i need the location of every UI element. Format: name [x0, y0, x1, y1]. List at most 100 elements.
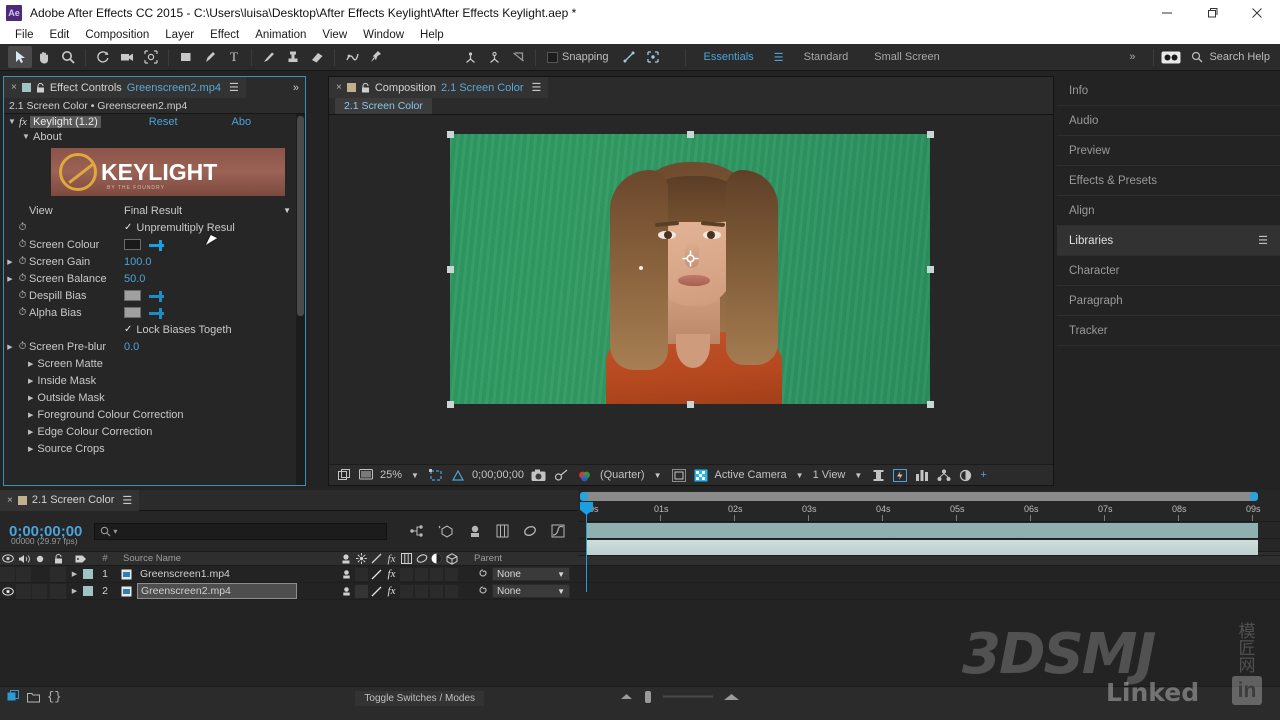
maximize-button[interactable]: [1189, 0, 1234, 26]
chevron-right-icon[interactable]: ▶: [28, 377, 33, 385]
zoom-out-icon[interactable]: [620, 693, 633, 700]
param-row-screen-balance[interactable]: ▶ ⏱ Screen Balance 50.0: [4, 270, 305, 287]
comp-nav-chip[interactable]: 2.1 Screen Color: [335, 98, 432, 114]
stopwatch-icon[interactable]: ⏱: [16, 307, 29, 318]
current-timecode[interactable]: 0;00;00;00: [469, 469, 527, 481]
menu-window[interactable]: Window: [355, 29, 412, 41]
param-value-screen-balance[interactable]: 50.0: [124, 273, 145, 285]
lock-icon[interactable]: [36, 82, 45, 93]
eyedropper-icon[interactable]: [148, 239, 165, 251]
chevron-right-icon[interactable]: ▶: [4, 343, 16, 351]
eyedropper-icon[interactable]: [148, 290, 165, 302]
table-row[interactable]: ▶ 2 Greenscreen2.mp4 fx None ▼: [0, 583, 1280, 600]
view-layout-value[interactable]: 1 View: [810, 469, 849, 481]
effect-controls-scrollbar[interactable]: [296, 114, 305, 485]
workspace-menu-icon[interactable]: ☰: [767, 46, 791, 68]
reset-exposure-icon[interactable]: [955, 466, 977, 484]
composition-tab[interactable]: × Composition 2.1 Screen Color ☰: [329, 77, 549, 98]
puppet-pin-tool[interactable]: [364, 46, 388, 68]
navigator-end-handle[interactable]: [1250, 492, 1258, 501]
layer-quality-switch[interactable]: [369, 583, 384, 600]
layer-solo-toggle[interactable]: [32, 583, 48, 600]
layer-bar-1[interactable]: [586, 523, 1258, 538]
layer-3d-switch[interactable]: [444, 566, 460, 583]
parent-pickwhip-icon[interactable]: [474, 583, 492, 600]
chevron-right-icon[interactable]: ▶: [28, 394, 33, 402]
brush-tool[interactable]: [257, 46, 281, 68]
layer-bar-2[interactable]: [586, 540, 1258, 555]
chevron-down-icon[interactable]: ▼: [405, 471, 425, 480]
reset-link[interactable]: Reset: [149, 116, 178, 128]
group-row-inside-mask[interactable]: ▶ Inside Mask: [4, 372, 305, 389]
param-value-screen-gain[interactable]: 100.0: [124, 256, 152, 268]
scrollbar-thumb[interactable]: [297, 116, 304, 316]
toggle-mask-icon[interactable]: [668, 466, 690, 484]
layer-adjustment-switch[interactable]: [429, 583, 444, 600]
expression-icon[interactable]: {}: [47, 690, 61, 704]
about-group-row[interactable]: ▼ About: [4, 129, 305, 144]
timeline-tab[interactable]: × 2.1 Screen Color ☰: [0, 489, 140, 511]
sidebar-item-libraries[interactable]: Libraries ☰: [1057, 226, 1280, 256]
layer-lock-toggle[interactable]: [48, 583, 68, 600]
stopwatch-icon[interactable]: ⏱: [16, 341, 29, 352]
param-row-lock-biases[interactable]: ✓ Lock Biases Togeth: [4, 321, 305, 338]
panel-menu-icon[interactable]: ☰: [122, 494, 132, 507]
video-preview[interactable]: [450, 134, 930, 404]
sidebar-item-align[interactable]: Align: [1057, 196, 1280, 226]
three-d-switch-icon[interactable]: [444, 551, 460, 566]
selection-handle-bl[interactable]: [447, 401, 454, 408]
chevron-right-icon[interactable]: ▶: [28, 360, 33, 368]
motion-blur-switch-icon[interactable]: [414, 551, 429, 566]
workspace-small-screen[interactable]: Small Screen: [861, 51, 952, 63]
layer-collapse-switch[interactable]: [354, 583, 369, 600]
transparency-grid-icon[interactable]: [447, 466, 469, 484]
layer-adjustment-switch[interactable]: [429, 566, 444, 583]
layer-motion-blur-switch[interactable]: [414, 583, 429, 600]
alpha-bias-swatch[interactable]: [124, 307, 141, 318]
hide-shy-layers-icon[interactable]: [468, 524, 482, 538]
param-row-screen-gain[interactable]: ▶ ⏱ Screen Gain 100.0: [4, 253, 305, 270]
layer-expand-arrow[interactable]: ▶: [68, 566, 81, 583]
menu-effect[interactable]: Effect: [202, 29, 247, 41]
layer-visibility-toggle[interactable]: [0, 583, 16, 600]
chevron-right-icon[interactable]: ▶: [4, 275, 16, 283]
close-icon[interactable]: ×: [7, 495, 13, 506]
label-column-icon[interactable]: [68, 551, 94, 566]
navigator-track[interactable]: [580, 492, 1258, 501]
selection-handle-ml[interactable]: [447, 266, 454, 273]
layer-audio-toggle[interactable]: [16, 566, 32, 583]
layer-parent-select[interactable]: None ▼: [492, 583, 570, 600]
effect-controls-overflow[interactable]: »: [287, 82, 305, 94]
selection-handle-tc[interactable]: [687, 131, 694, 138]
pixel-aspect-icon[interactable]: [868, 466, 889, 484]
snap-align-icon[interactable]: [617, 46, 641, 68]
layer-3d-switch[interactable]: [444, 583, 460, 600]
sidebar-item-character[interactable]: Character: [1057, 256, 1280, 286]
zoom-slider-track[interactable]: [663, 695, 713, 698]
zoom-in-icon[interactable]: [723, 693, 740, 701]
layer-quality-switch[interactable]: [369, 566, 384, 583]
menu-help[interactable]: Help: [412, 29, 452, 41]
sidebar-item-preview[interactable]: Preview: [1057, 136, 1280, 166]
panel-menu-icon[interactable]: ☰: [532, 81, 542, 94]
about-link[interactable]: Abo: [232, 116, 252, 128]
main-view-icon[interactable]: [355, 466, 377, 484]
layer-name[interactable]: Greenscreen2.mp4: [137, 583, 297, 599]
despill-bias-swatch[interactable]: [124, 290, 141, 301]
frame-blending-icon[interactable]: [496, 524, 509, 538]
keylight-effect-header[interactable]: ▼ fx Keylight (1.2) Reset Abo: [4, 114, 305, 129]
eraser-tool[interactable]: [305, 46, 329, 68]
panel-menu-icon[interactable]: ☰: [229, 81, 239, 94]
table-row[interactable]: ▶ 1 Greenscreen1.mp4 fx None ▼: [0, 566, 1280, 583]
new-composition-icon[interactable]: [7, 690, 20, 703]
take-snapshot-icon[interactable]: [527, 466, 550, 484]
stopwatch-icon[interactable]: ⏱: [16, 239, 29, 250]
audio-column-icon[interactable]: [16, 551, 32, 566]
param-row-screen-colour[interactable]: ⏱ Screen Colour: [4, 236, 305, 253]
group-row-outside-mask[interactable]: ▶ Outside Mask: [4, 389, 305, 406]
workspace-overflow[interactable]: »: [1116, 51, 1148, 63]
stopwatch-icon[interactable]: ⏱: [16, 222, 29, 233]
adjustment-layer-switch-icon[interactable]: [429, 551, 444, 566]
checkbox-checked-icon[interactable]: ✓: [124, 324, 132, 335]
chevron-down-icon[interactable]: ▼: [848, 471, 868, 480]
